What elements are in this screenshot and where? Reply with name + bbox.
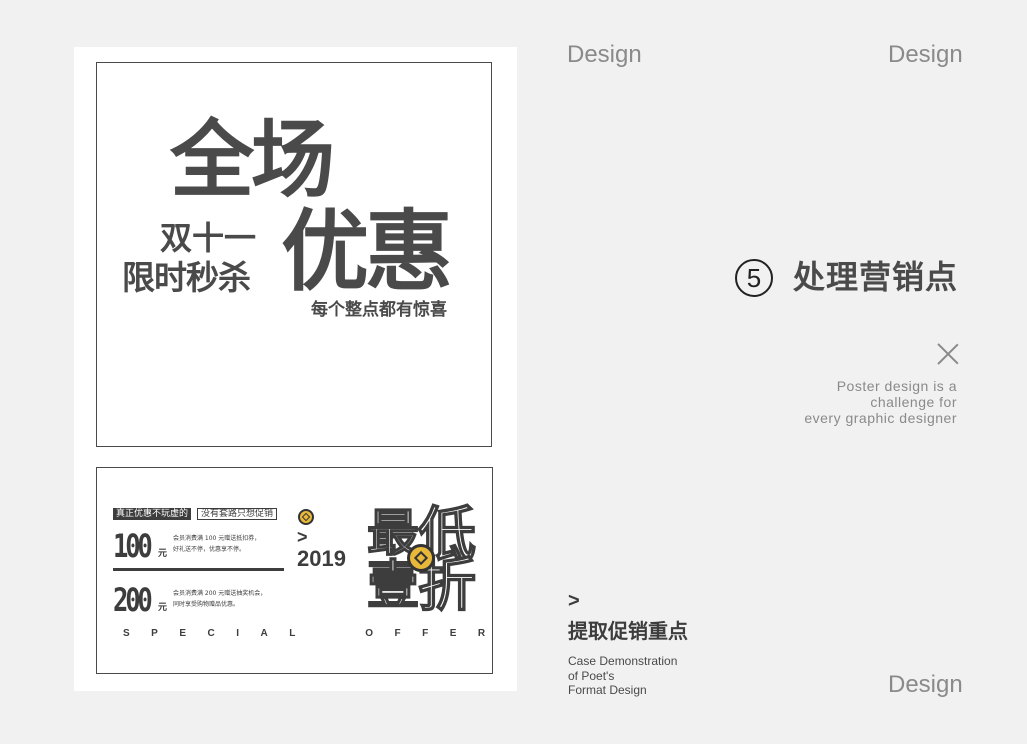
amount-200: 200 <box>113 581 153 619</box>
step-number-badge: 5 <box>735 259 773 297</box>
coin-large-icon <box>407 544 435 572</box>
design-label-top-left: Design <box>567 41 642 68</box>
special-offer-text: SPECIAL OFFER <box>123 628 507 639</box>
case-line3: Format Design <box>568 683 647 697</box>
chevron-right-icon: > <box>568 590 580 612</box>
step-title: 处理营销点 <box>793 258 959 296</box>
case-line2: of Poet's <box>568 668 615 683</box>
divider-bar <box>113 568 284 571</box>
headline-quanchang: 全场 <box>170 111 335 209</box>
amount-100: 100 <box>113 527 153 565</box>
poster-note-line3: every graphic designer <box>804 410 957 426</box>
amount-100-unit: 元 <box>158 549 168 559</box>
design-label-top-right: Design <box>888 41 963 68</box>
arrow-right-icon: > <box>297 527 308 547</box>
poster-note: Poster design is a challenge for every g… <box>760 378 957 426</box>
coin-icon <box>298 509 314 525</box>
case-line1: Case Demonstration <box>568 654 678 668</box>
amount-200-desc-line1: 会员消费满 200 元赠送抽奖机会， <box>173 590 267 597</box>
headline-double-eleven: 双十一 <box>160 219 257 257</box>
case-caption: Case Demonstration of Poet's Format Desi… <box>568 654 677 698</box>
amount-200-desc: 会员消费满 200 元赠送抽奖机会， 同时享受购物赠品优惠。 <box>173 588 266 610</box>
headline-subtitle: 每个整点都有惊喜 <box>311 300 447 320</box>
amount-100-desc: 会员消费满 100 元赠送抵扣券， 好礼送不停，优惠享不停。 <box>173 533 260 555</box>
amount-200-unit: 元 <box>158 603 168 613</box>
tag-dark: 真正优惠不玩虚的 <box>113 508 192 520</box>
design-label-bottom-right: Design <box>888 671 963 698</box>
headline-youhui: 优惠 <box>281 200 453 303</box>
headline-limited-time: 限时秒杀 <box>122 258 251 297</box>
close-icon <box>936 342 960 366</box>
poster-note-line2: challenge for <box>870 394 957 410</box>
extract-title: 提取促销重点 <box>568 619 688 643</box>
year-label: 2019 <box>297 546 346 571</box>
amount-100-desc-line1: 会员消费满 100 元赠送抵扣券， <box>173 535 261 542</box>
amount-100-desc-line2: 好礼送不停，优惠享不停。 <box>173 546 246 553</box>
poster-note-line1: Poster design is a <box>836 378 957 394</box>
tag-light: 没有套路只想促销 <box>197 508 278 520</box>
amount-200-desc-line2: 同时享受购物赠品优惠。 <box>173 601 240 608</box>
